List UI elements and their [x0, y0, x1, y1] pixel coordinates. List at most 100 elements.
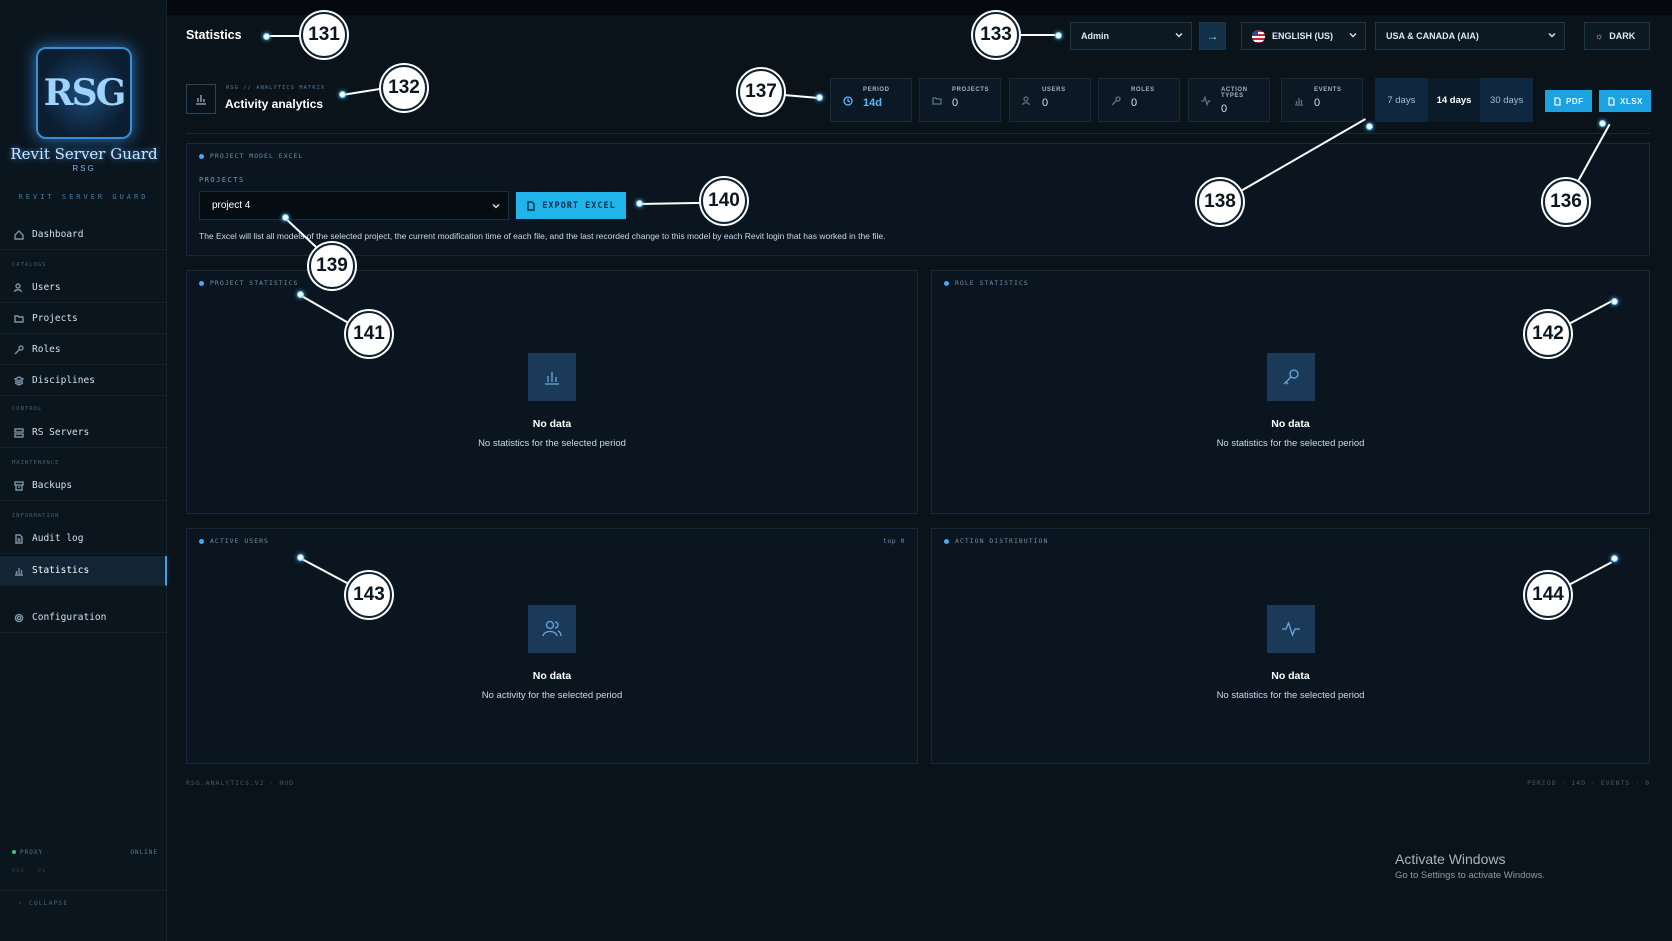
project-statistics-panel: PROJECT STATISTICS No data No statistics… [186, 270, 918, 514]
sidebar-item-roles[interactable]: Roles [0, 335, 167, 365]
sidebar-item-label: RS Servers [32, 427, 90, 438]
panel-title: ROLE STATISTICS [955, 279, 1029, 287]
stat-label: ROLES [1131, 87, 1155, 93]
callout-137: 137 [738, 69, 784, 115]
logo-mark: RSG [36, 47, 132, 139]
callout-143: 143 [346, 572, 392, 618]
period-14-days-button[interactable]: 14 days [1427, 78, 1481, 122]
projects-label: PROJECTS [199, 176, 245, 184]
theme-toggle[interactable]: ☼ DARK [1584, 22, 1650, 50]
callout-anchor [1610, 554, 1618, 562]
callout-136: 136 [1543, 179, 1589, 225]
key-icon [14, 344, 24, 354]
project-select[interactable]: project 4 [199, 191, 509, 220]
empty-title: No data [1271, 670, 1310, 682]
sidebar-item-projects[interactable]: Projects [0, 304, 167, 334]
period-30-days-button[interactable]: 30 days [1480, 78, 1533, 122]
empty-state: No data No statistics for the selected p… [187, 353, 917, 449]
language-select[interactable]: ENGLISH (US) [1241, 22, 1366, 50]
sidebar-item-users[interactable]: Users [0, 273, 167, 303]
stat-label: ACTION TYPES [1221, 87, 1248, 99]
nav-section-information: INFORMATION [12, 513, 60, 519]
region-value: USA & CANADA (AIA) [1386, 31, 1479, 41]
arrow-right-icon: → [1206, 29, 1219, 43]
nav-section-maintenance: MAINTENANCE [12, 460, 60, 466]
export-excel-button[interactable]: EXPORT EXCEL [516, 192, 626, 219]
region-select[interactable]: USA & CANADA (AIA) [1375, 22, 1565, 50]
sidebar-item-audit-log[interactable]: Audit log [0, 524, 167, 554]
empty-state: No data No activity for the selected per… [187, 605, 917, 701]
file-icon [527, 200, 535, 211]
period-7-days-button[interactable]: 7 days [1375, 78, 1428, 122]
active-users-panel: ACTIVE USERS top 0 No data No activity f… [186, 528, 918, 764]
empty-title: No data [532, 418, 572, 430]
panel-dot [944, 538, 949, 544]
layers-icon [14, 375, 24, 386]
panel-dot [199, 153, 204, 159]
empty-text: No statistics for the selected period [1216, 690, 1365, 701]
sidebar-item-configuration[interactable]: Configuration [0, 603, 167, 633]
sidebar-item-statistics[interactable]: Statistics [0, 556, 167, 586]
activity-icon [1266, 605, 1315, 653]
chevron-down-icon [1349, 31, 1357, 39]
callout-anchor [296, 553, 304, 561]
chevron-down-icon [492, 202, 500, 213]
theme-label: DARK [1609, 31, 1636, 41]
callout-anchor [1054, 31, 1062, 39]
callout-anchor [635, 199, 643, 207]
chevron-down-icon [1548, 31, 1556, 39]
export-xlsx-button[interactable]: XLSX [1599, 90, 1651, 112]
collapse-button[interactable]: ‹ COLLAPSE [0, 890, 167, 914]
export-excel-label: EXPORT EXCEL [542, 200, 616, 211]
empty-title: No data [1271, 418, 1310, 430]
us-flag-icon [1252, 29, 1265, 43]
folder-icon [932, 97, 942, 105]
panel-dot [199, 538, 204, 544]
user-select[interactable]: Admin [1070, 22, 1192, 50]
sidebar-item-dashboard[interactable]: Dashboard [0, 220, 167, 250]
nav-section-control: CONTROL [12, 406, 43, 412]
stat-tile-period: PERIOD 14d [830, 78, 912, 122]
panel-title: ACTIVE USERS [210, 537, 269, 545]
callout-anchor [281, 213, 289, 221]
empty-title: No data [532, 670, 572, 682]
callout-142: 142 [1525, 311, 1571, 357]
sidebar-item-label: Audit log [32, 533, 84, 544]
language-value: ENGLISH (US) [1272, 31, 1334, 41]
footer-version: RSG.ANALYTICS.V2 · HUD [186, 779, 295, 787]
sidebar-item-rs-servers[interactable]: RS Servers [0, 418, 167, 448]
sidebar-item-backups[interactable]: Backups [0, 471, 167, 501]
version-label: RSG · V1 [12, 868, 47, 874]
callout-anchor [1598, 119, 1606, 127]
logo-subtitle: RSG [72, 164, 96, 173]
sidebar-item-disciplines[interactable]: Disciplines [0, 366, 167, 396]
callout-144: 144 [1525, 572, 1571, 618]
user-select-value: Admin [1081, 31, 1109, 41]
file-icon [1554, 96, 1561, 106]
callout-anchor [1610, 297, 1618, 305]
login-as-button[interactable]: → [1199, 22, 1226, 50]
export-xlsx-label: XLSX [1620, 96, 1643, 106]
sidebar-item-label: Backups [32, 480, 73, 491]
panel-title: PROJECT STATISTICS [210, 279, 299, 287]
callout-anchor [296, 290, 304, 298]
header-divider [186, 133, 1650, 134]
top-strip [167, 0, 1672, 15]
bar-chart-icon [15, 567, 23, 576]
stat-value: 0 [952, 97, 959, 109]
sidebar-item-label: Statistics [32, 565, 90, 576]
panel-header: PROJECT STATISTICS [199, 279, 298, 287]
server-icon [14, 427, 24, 438]
export-pdf-button[interactable]: PDF [1545, 90, 1592, 112]
callout-anchor [1365, 122, 1373, 130]
callout-138: 138 [1197, 179, 1243, 225]
callout-anchor [262, 32, 270, 40]
sidebar-brand: REVIT SERVER GUARD [18, 193, 149, 201]
stat-label: EVENTS [1314, 87, 1342, 93]
stat-label: PROJECTS [952, 87, 990, 93]
empty-text: No statistics for the selected period [478, 438, 626, 449]
document-icon [15, 533, 23, 544]
stat-tile-action-types: ACTION TYPES 0 [1188, 78, 1270, 122]
page-title: Statistics [186, 28, 242, 42]
panel-header: ROLE STATISTICS [944, 279, 1029, 287]
